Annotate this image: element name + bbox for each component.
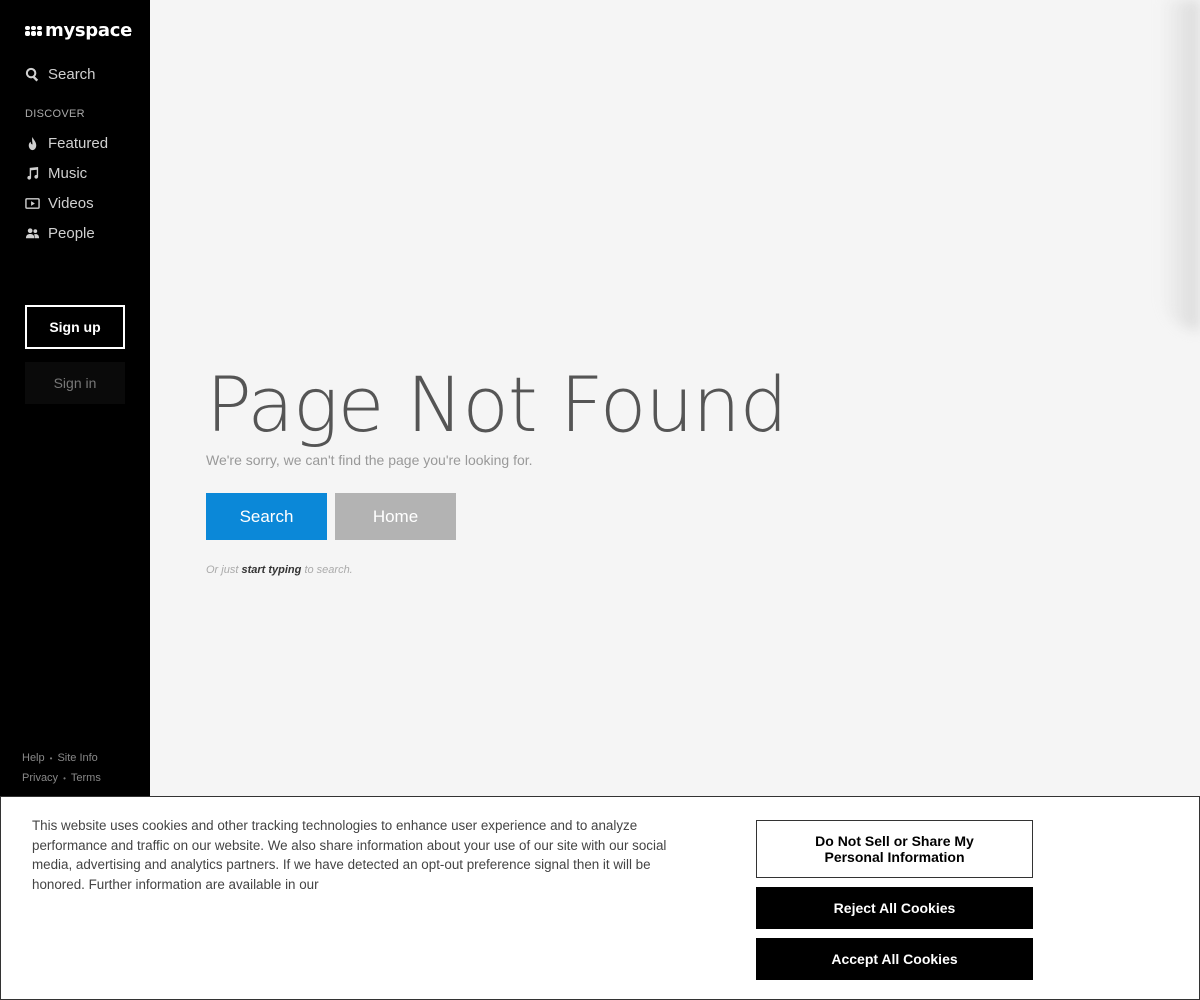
hint-start-typing: start typing — [241, 564, 302, 576]
sidebar-item-people[interactable]: People — [25, 225, 95, 242]
page-subtitle: We're sorry, we can't find the page you'… — [206, 452, 533, 468]
sidebar-item-label: People — [48, 225, 95, 242]
sidebar-item-music[interactable]: Music — [25, 165, 87, 182]
people-icon — [25, 228, 40, 239]
hint-prefix: Or just — [206, 564, 239, 576]
sidebar-item-label: Music — [48, 165, 88, 182]
sidebar-search[interactable]: Search — [25, 66, 96, 83]
help-link[interactable]: Help — [22, 752, 45, 764]
myspace-logo[interactable]: myspace — [25, 20, 132, 41]
separator-dot: • — [49, 753, 53, 763]
terms-link[interactable]: Terms — [71, 772, 101, 784]
reject-all-cookies-button[interactable]: Reject All Cookies — [756, 887, 1033, 929]
footer-links-row: Privacy • Terms — [22, 772, 101, 784]
hint-suffix: to search. — [304, 564, 353, 576]
search-button[interactable]: Search — [206, 493, 327, 540]
separator-dot: • — [63, 773, 66, 783]
typing-hint: Or just start typing to search. — [206, 564, 353, 576]
right-edge-shadow — [1160, 0, 1200, 330]
music-note-icon — [27, 166, 39, 180]
page-title: Page Not Found — [206, 360, 788, 449]
do-not-sell-button[interactable]: Do Not Sell or Share My Personal Informa… — [756, 820, 1033, 878]
sidebar-item-featured[interactable]: Featured — [25, 135, 108, 152]
home-button[interactable]: Home — [335, 493, 456, 540]
footer-links-row: Help • Site Info — [22, 752, 98, 764]
cookie-banner-text: This website uses cookies and other trac… — [32, 818, 667, 892]
cookie-banner: This website uses cookies and other trac… — [0, 796, 1200, 1000]
flame-icon — [28, 136, 37, 151]
logo-text: myspace — [45, 20, 133, 41]
sidebar-item-label: Videos — [48, 195, 94, 212]
search-icon — [25, 67, 39, 82]
logo-dots-icon — [25, 25, 42, 36]
sidebar-item-videos[interactable]: Videos — [25, 195, 94, 212]
site-info-link[interactable]: Site Info — [57, 752, 97, 764]
sign-up-button[interactable]: Sign up — [25, 305, 125, 349]
sidebar-item-label: Featured — [48, 135, 109, 152]
discover-section-label: DISCOVER — [25, 108, 85, 120]
accept-all-cookies-button[interactable]: Accept All Cookies — [756, 938, 1033, 980]
privacy-link[interactable]: Privacy — [22, 772, 58, 784]
sign-in-button[interactable]: Sign in — [25, 362, 125, 404]
video-icon — [25, 198, 40, 209]
sidebar-search-label: Search — [48, 66, 96, 83]
